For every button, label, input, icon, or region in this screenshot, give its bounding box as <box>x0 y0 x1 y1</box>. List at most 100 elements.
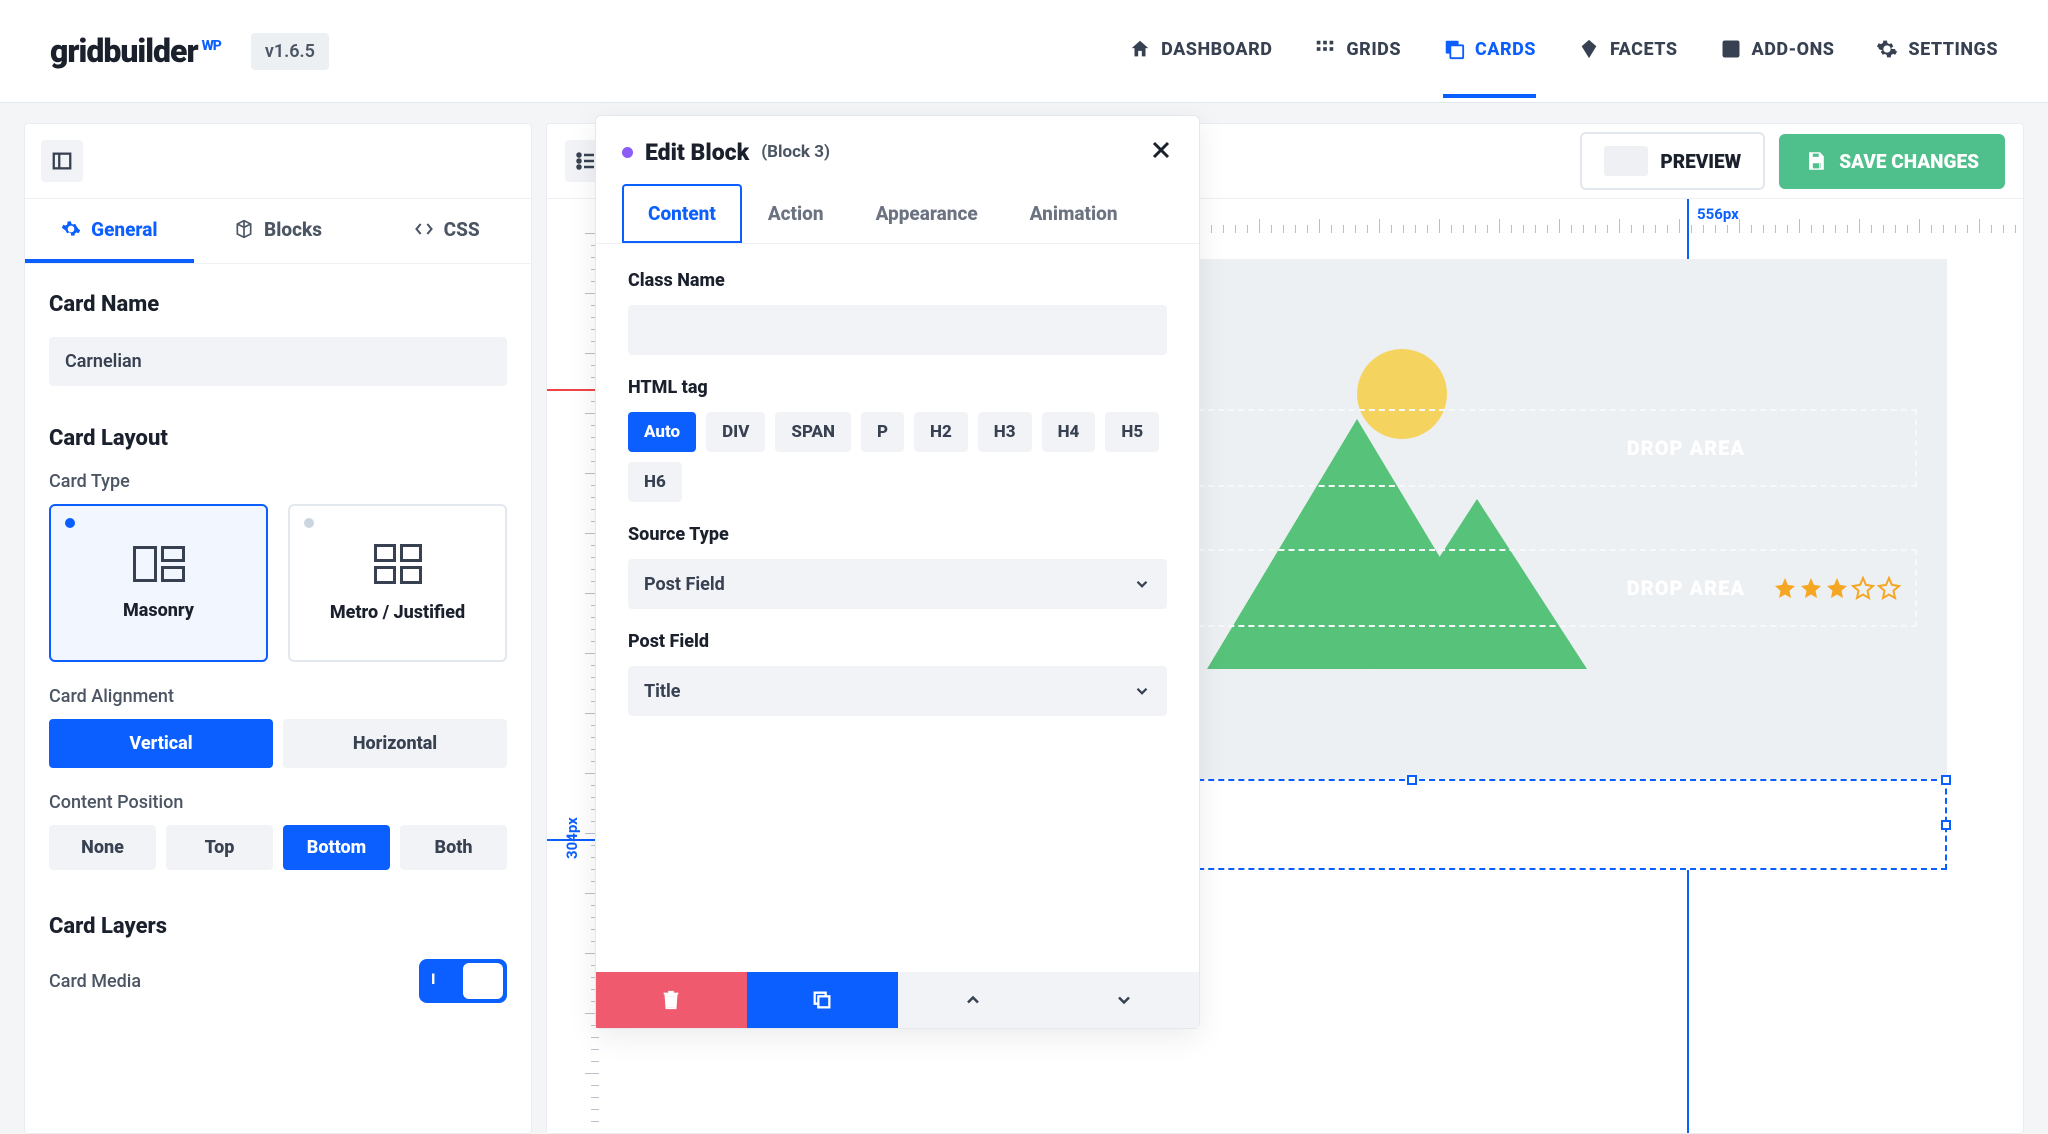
popup-title: Edit Block <box>645 139 749 166</box>
prev-block-button[interactable] <box>898 972 1049 1028</box>
card-name-heading: Card Name <box>49 292 507 317</box>
nav-grids[interactable]: GRIDS <box>1314 4 1401 98</box>
diamond-icon <box>1578 38 1600 60</box>
post-field-value: Title <box>644 681 681 702</box>
chevron-down-icon <box>1133 575 1151 593</box>
close-icon <box>1149 138 1173 162</box>
tab-blocks[interactable]: Blocks <box>194 199 363 263</box>
masonry-icon <box>133 546 185 582</box>
alignment-vertical[interactable]: Vertical <box>49 719 273 768</box>
source-type-label: Source Type <box>628 524 1167 545</box>
popup-tab-content[interactable]: Content <box>622 184 742 243</box>
panel-collapse-button[interactable] <box>41 140 83 182</box>
html-tag-label: HTML tag <box>628 377 1167 398</box>
card-type-masonry[interactable]: Masonry <box>49 504 268 662</box>
code-icon <box>414 219 434 239</box>
grid-icon <box>1314 38 1336 60</box>
nav-cards[interactable]: CARDS <box>1443 4 1536 98</box>
position-both[interactable]: Both <box>400 825 507 870</box>
save-icon <box>1805 150 1827 172</box>
trash-icon <box>660 989 682 1011</box>
guide-right-label: 556px <box>1697 205 1739 223</box>
gear-icon <box>61 219 81 239</box>
card-layers-heading: Card Layers <box>49 914 507 939</box>
block-color-dot <box>622 147 633 158</box>
source-type-select[interactable]: Post Field <box>628 559 1167 609</box>
tab-css-label: CSS <box>444 218 480 241</box>
popup-subtitle: (Block 3) <box>761 142 830 162</box>
logo-text: gridbuilder <box>50 32 198 70</box>
cube-icon <box>234 219 254 239</box>
plugin-icon <box>1720 38 1742 60</box>
edit-block-popup: Edit Block (Block 3) Content Action Appe… <box>595 115 1200 1029</box>
nav-facets[interactable]: FACETS <box>1578 4 1678 98</box>
close-button[interactable] <box>1149 138 1173 166</box>
card-media-label: Card Media <box>49 971 141 992</box>
post-field-select[interactable]: Title <box>628 666 1167 716</box>
panel-icon <box>51 150 73 172</box>
tag-h6[interactable]: H6 <box>628 462 682 502</box>
class-name-label: Class Name <box>628 270 1167 291</box>
duplicate-block-button[interactable] <box>747 972 898 1028</box>
position-bottom[interactable]: Bottom <box>283 825 390 870</box>
preview-thumb-icon <box>1604 146 1648 176</box>
post-field-label: Post Field <box>628 631 1167 652</box>
settings-sidebar: General Blocks CSS Card Name Card Layout… <box>24 123 532 1134</box>
tag-h4[interactable]: H4 <box>1042 412 1096 452</box>
tab-general-label: General <box>91 218 157 241</box>
nav-dashboard[interactable]: DASHBOARD <box>1129 4 1272 98</box>
tag-p[interactable]: P <box>861 412 904 452</box>
tab-css[interactable]: CSS <box>362 199 531 263</box>
position-top[interactable]: Top <box>166 825 273 870</box>
tab-general[interactable]: General <box>25 199 194 263</box>
nav-addons-label: ADD-ONS <box>1752 39 1835 60</box>
card-alignment-label: Card Alignment <box>49 686 507 707</box>
ruler-vertical <box>547 233 599 1133</box>
class-name-input[interactable] <box>628 305 1167 355</box>
card-layout-heading: Card Layout <box>49 426 507 451</box>
preview-label: PREVIEW <box>1660 150 1741 173</box>
nav-dashboard-label: DASHBOARD <box>1161 39 1272 60</box>
card-type-metro[interactable]: Metro / Justified <box>288 504 507 662</box>
logo-sup: WP <box>202 38 221 54</box>
card-name-input[interactable] <box>49 337 507 386</box>
popup-tab-appearance[interactable]: Appearance <box>850 184 1004 243</box>
preview-button[interactable]: PREVIEW <box>1580 132 1765 190</box>
card-media-toggle[interactable]: I <box>419 959 507 1003</box>
source-type-value: Post Field <box>644 574 725 595</box>
card-type-label: Card Type <box>49 471 507 492</box>
home-icon <box>1129 38 1151 60</box>
alignment-horizontal[interactable]: Horizontal <box>283 719 507 768</box>
nav-grids-label: GRIDS <box>1346 39 1401 60</box>
logo: gridbuilder WP <box>50 32 221 70</box>
chevron-down-icon <box>1114 990 1134 1010</box>
chevron-down-icon <box>1133 682 1151 700</box>
tag-span[interactable]: SPAN <box>775 412 851 452</box>
nav-settings[interactable]: SETTINGS <box>1876 4 1998 98</box>
popup-tab-action[interactable]: Action <box>742 184 850 243</box>
position-none[interactable]: None <box>49 825 156 870</box>
tag-h5[interactable]: H5 <box>1105 412 1159 452</box>
tab-blocks-label: Blocks <box>264 218 322 241</box>
gear-icon <box>1876 38 1898 60</box>
popup-tab-animation[interactable]: Animation <box>1004 184 1144 243</box>
nav-addons[interactable]: ADD-ONS <box>1720 4 1835 98</box>
main-nav: DASHBOARD GRIDS CARDS FACETS ADD-ONS SET… <box>1129 4 1998 98</box>
save-changes-button[interactable]: SAVE CHANGES <box>1779 134 2005 189</box>
cards-icon <box>1443 38 1465 60</box>
nav-facets-label: FACETS <box>1610 39 1678 60</box>
ruler-marker <box>547 389 599 391</box>
metro-label: Metro / Justified <box>330 602 465 623</box>
delete-block-button[interactable] <box>596 972 747 1028</box>
version-badge: v1.6.5 <box>251 33 329 70</box>
tag-div[interactable]: DIV <box>706 412 765 452</box>
next-block-button[interactable] <box>1048 972 1199 1028</box>
rating-stars <box>1773 576 1901 600</box>
tag-auto[interactable]: Auto <box>628 412 696 452</box>
tag-h2[interactable]: H2 <box>914 412 968 452</box>
chevron-up-icon <box>963 990 983 1010</box>
nav-settings-label: SETTINGS <box>1908 39 1998 60</box>
nav-cards-label: CARDS <box>1475 39 1536 60</box>
tag-h3[interactable]: H3 <box>978 412 1032 452</box>
content-position-label: Content Position <box>49 792 507 813</box>
